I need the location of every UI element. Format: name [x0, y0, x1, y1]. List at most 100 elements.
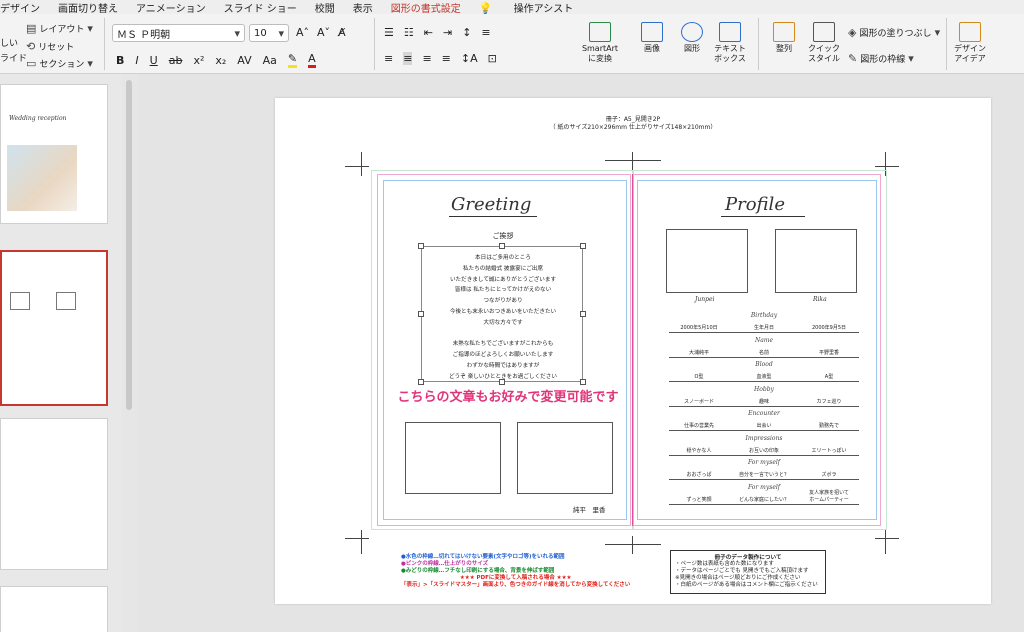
subscript-icon[interactable]: x₂ [215, 54, 226, 67]
tab-view[interactable]: 表示 [353, 0, 373, 15]
strikethrough-icon[interactable]: ab [169, 54, 183, 67]
justify-icon[interactable]: ≡ [442, 52, 451, 65]
tab-shape-format[interactable]: 図形の書式設定 [391, 0, 461, 15]
tab-review[interactable]: 校閲 [315, 0, 335, 15]
slide-thumbnail-2[interactable] [0, 250, 108, 406]
resize-handle-w[interactable] [418, 311, 424, 317]
design-ideas-button[interactable]: デザイン アイデア [950, 22, 990, 64]
underline-icon[interactable]: U [150, 54, 158, 67]
decrease-font-icon[interactable]: A˅ [317, 26, 330, 39]
crop-mark [632, 536, 633, 554]
textbox-button[interactable]: テキスト ボックス [708, 22, 752, 64]
arrange-button[interactable]: 整列 [766, 22, 802, 54]
tab-design[interactable]: デザイン [0, 0, 40, 15]
decrease-indent-icon[interactable]: ⇤ [424, 26, 433, 39]
text-direction-icon[interactable]: ↕A [461, 52, 478, 65]
align-center-icon[interactable]: ≡ [403, 52, 413, 65]
profile-row: 仕事の営業先 出会い 勤務先で [669, 418, 859, 431]
highlight-icon[interactable]: ✎ [287, 52, 298, 68]
crop-mark [875, 166, 899, 167]
reset-button[interactable]: ⟲ リセット [26, 40, 74, 53]
lightbulb-icon: 💡 [478, 1, 493, 15]
font-size-select[interactable]: 10 ▾ [249, 24, 289, 42]
profile-cell-right: A型 [824, 374, 834, 380]
photo-frame-right[interactable] [517, 422, 613, 494]
legend-line: 「表示」>「スライドマスター」画面より、色つきのガイド線を消してから変換してくだ… [401, 582, 631, 588]
textbox-icon [719, 22, 741, 42]
layout-button[interactable]: ▤ レイアウト ▾ [26, 22, 93, 35]
legend-line: ●水色の枠線…切れてはいけない要素(文字やロゴ等)をいれる範囲 [401, 554, 565, 560]
bold-icon[interactable]: B [116, 54, 124, 67]
change-case-icon[interactable]: Aa [263, 54, 277, 67]
slide-thumbnail-3[interactable] [0, 418, 108, 570]
bullets-icon[interactable]: ☰ [384, 26, 394, 39]
align-text-icon[interactable]: ⊡ [488, 52, 497, 65]
italic-icon[interactable]: I [135, 54, 138, 67]
font-name-select[interactable]: ＭＳ Ｐ明朝 ▾ [112, 24, 245, 42]
shape-fill-button[interactable]: ◈ 図形の塗りつぶし ▾ [848, 26, 940, 39]
greeting-text-box[interactable]: ご挨拶 本日はご多用のところ 私たちの結婚式 披露宴にご出席 いただきまして誠にあり… [421, 232, 584, 383]
greeting-line: つながりがあり [483, 298, 523, 305]
resize-handle-e[interactable] [580, 311, 586, 317]
greeting-message: 本日はご多用のところ 私たちの結婚式 披露宴にご出席 いただきまして誠にありがとうご… [422, 253, 584, 383]
resize-handle-n[interactable] [499, 243, 505, 249]
resize-handle-ne[interactable] [580, 243, 586, 249]
slide-thumbnail-4[interactable] [0, 586, 108, 632]
line-spacing-icon[interactable]: ↕ [462, 26, 471, 39]
increase-indent-icon[interactable]: ⇥ [443, 26, 452, 39]
resize-handle-s[interactable] [499, 379, 505, 385]
greeting-line: 今後とも末永いおつきあいをいただきたい [449, 308, 557, 315]
crop-mark [885, 530, 886, 554]
chevron-down-icon: ▾ [87, 57, 93, 70]
groom-name: Junpei [695, 296, 715, 303]
slide-thumbnail-1[interactable]: Wedding reception [0, 84, 108, 224]
smartart-button[interactable]: SmartArt に変換 [576, 22, 624, 64]
section-button[interactable]: ▭ セクション ▾ [26, 57, 93, 70]
thumb-photo-frame [56, 292, 76, 310]
align-right-icon[interactable]: ≡ [422, 52, 431, 65]
thumb-photo-frame [10, 292, 30, 310]
clear-format-icon[interactable]: A̸ [338, 26, 346, 39]
tab-tell-me[interactable]: 💡 操作アシスト [479, 0, 592, 15]
superscript-icon[interactable]: x² [193, 54, 204, 67]
groom-photo-frame[interactable] [666, 229, 748, 293]
shape-button[interactable]: 図形 [674, 22, 710, 54]
font-color-icon[interactable]: A [308, 52, 316, 68]
character-spacing-icon[interactable]: AV [237, 54, 251, 67]
numbering-icon[interactable]: ☷ [404, 26, 414, 39]
increase-font-icon[interactable]: A˄ [296, 26, 309, 39]
slide-header: 冊子：A5_見開き2P （ 紙のサイズ210×296mm 仕上がりサイズ148×… [549, 116, 717, 131]
crop-mark [875, 538, 899, 539]
image-button[interactable]: 画像 [634, 22, 670, 54]
quick-style-icon [813, 22, 835, 42]
profile-row-label: For myself [747, 459, 781, 466]
quick-style-button[interactable]: クイック スタイル [804, 22, 844, 64]
profile-row: スノーボード 趣味 カフェ巡り [669, 394, 859, 407]
greeting-underline [449, 216, 537, 217]
bride-photo-frame[interactable] [775, 229, 857, 293]
section-icon: ▭ [26, 57, 37, 70]
reset-icon: ⟲ [26, 40, 36, 53]
profile-cell-left: 仕事の営業先 [683, 423, 714, 429]
legend-line: ●ピンクの枠線…仕上がりのサイズ [401, 561, 489, 567]
design-ideas-icon [959, 22, 981, 42]
smartart-icon [589, 22, 611, 42]
columns-icon[interactable]: ≡ [481, 26, 490, 39]
chevron-down-icon: ▾ [234, 26, 240, 40]
resize-handle-nw[interactable] [418, 243, 424, 249]
align-left-icon[interactable]: ≡ [384, 52, 393, 65]
tab-animations[interactable]: アニメーション [136, 0, 206, 15]
photo-frame-left[interactable] [405, 422, 501, 494]
resize-handle-sw[interactable] [418, 379, 424, 385]
profile-title: Profile [725, 194, 785, 215]
tab-slideshow[interactable]: スライド ショー [224, 0, 297, 15]
arrange-icon [773, 22, 795, 42]
tab-transitions[interactable]: 画面切り替え [58, 0, 118, 15]
thumbnail-scrollbar[interactable] [126, 80, 132, 410]
greeting-title: Greeting [451, 194, 532, 215]
new-slide-button[interactable]: しい ライド [0, 36, 27, 64]
image-icon [641, 22, 663, 42]
resize-handle-se[interactable] [580, 379, 586, 385]
shape-outline-button[interactable]: ✎ 図形の枠線 ▾ [848, 52, 914, 65]
data-note-line: ・ページ数は表紙も含めた数になります [675, 561, 774, 567]
